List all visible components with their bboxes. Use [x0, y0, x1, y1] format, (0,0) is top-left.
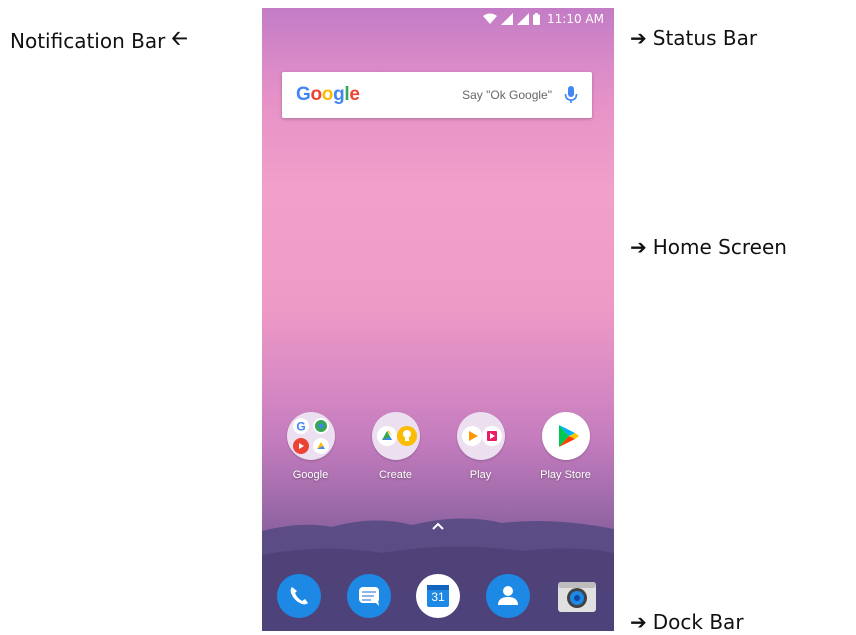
google-folder-icon: G [286, 412, 335, 460]
dock-contacts[interactable] [485, 573, 531, 619]
app-label: Play [469, 469, 492, 481]
phone-screen: 11:10 AM Google Say "Ok Google" G Google… [262, 8, 614, 631]
callout-status-bar: ➔ Status Bar [630, 26, 757, 50]
search-hint: Say "Ok Google" [462, 88, 552, 102]
dock-camera[interactable] [554, 573, 600, 619]
app-google-folder[interactable]: G Google [273, 412, 349, 481]
callout-label: Notification Bar [10, 29, 166, 53]
app-play-folder[interactable]: Play [443, 412, 519, 481]
google-search-bar[interactable]: Google Say "Ok Google" [282, 72, 592, 118]
app-label: Create [378, 469, 413, 481]
signal-icon [517, 13, 530, 25]
dock-phone[interactable] [276, 573, 322, 619]
arrow-right-icon: ➔ [630, 235, 647, 259]
callout-notification-bar: Notification Bar 🡠 [10, 24, 188, 58]
arrow-left-icon: 🡠 [171, 26, 188, 50]
dock-messages[interactable] [346, 573, 392, 619]
svg-text:G: G [296, 420, 305, 434]
calendar-day: 31 [431, 590, 445, 604]
app-label: Google [292, 469, 329, 481]
play-folder-icon [456, 412, 505, 460]
messages-icon [346, 574, 391, 618]
status-bar[interactable]: 11:10 AM [262, 8, 614, 30]
arrow-right-icon: ➔ [630, 610, 647, 634]
dock-bar: 31 [276, 571, 600, 621]
play-store-icon [541, 412, 590, 460]
app-label: Play Store [540, 469, 591, 481]
contacts-icon [485, 574, 530, 618]
app-play-store[interactable]: Play Store [528, 412, 604, 481]
camera-icon [558, 582, 596, 612]
callout-label: Home Screen [652, 235, 787, 259]
signal-icon [501, 13, 514, 25]
battery-icon [533, 13, 541, 25]
callout-label: Dock Bar [652, 610, 744, 634]
phone-icon [277, 574, 321, 618]
home-apps-row: G Google Create Play Play Store [262, 412, 614, 481]
arrow-right-icon: ➔ [630, 26, 647, 50]
callout-label: Status Bar [652, 26, 758, 50]
callout-dock-bar: ➔ Dock Bar [630, 610, 744, 634]
chevron-up-icon[interactable] [430, 521, 446, 531]
google-logo-text: Google [296, 84, 360, 105]
create-folder-icon [371, 412, 420, 460]
microphone-icon[interactable] [564, 85, 578, 105]
dock-calendar[interactable]: 31 [415, 573, 461, 619]
callout-home-screen: ➔ Home Screen [630, 235, 787, 259]
google-logo: Google [296, 84, 360, 106]
wifi-icon [483, 13, 498, 24]
app-create-folder[interactable]: Create [358, 412, 434, 481]
status-time: 11:10 AM [547, 12, 604, 26]
